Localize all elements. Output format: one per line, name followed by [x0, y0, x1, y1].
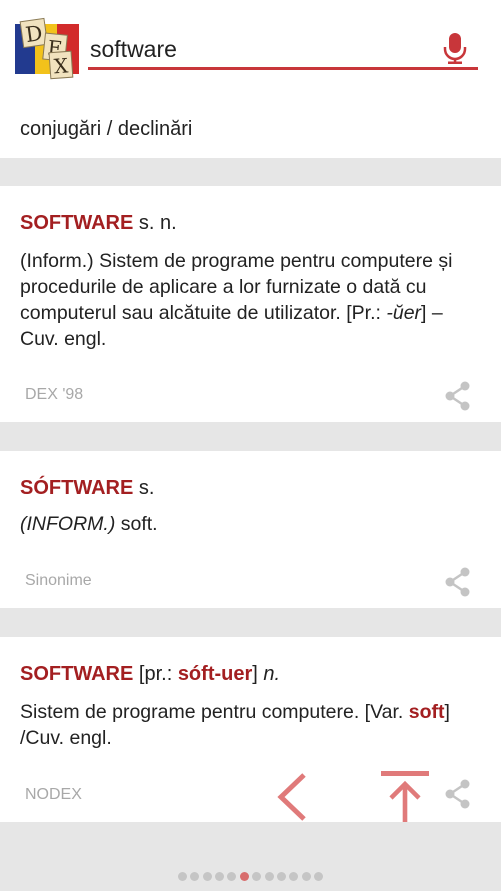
headword: SOFTWARE — [20, 212, 134, 234]
definition-text: Sistem de programe pentru computere. [Va… — [20, 699, 470, 751]
grammar-info: s. — [138, 477, 155, 499]
definition-text-part: soft. — [115, 513, 158, 535]
source-label[interactable]: Sinonime — [25, 572, 92, 590]
grammar-info: n. — [263, 663, 281, 685]
share-icon[interactable] — [444, 567, 472, 597]
definition-card: SOFTWARE s. n. (Inform.) Sistem de progr… — [0, 186, 501, 422]
share-icon[interactable] — [444, 381, 472, 411]
svg-text:D: D — [24, 21, 44, 47]
source-label[interactable]: NODEX — [25, 786, 82, 804]
definition-text: (INFORM.) soft. — [20, 511, 470, 537]
page-dot — [314, 871, 324, 881]
page-indicator — [0, 866, 501, 886]
scroll-to-top-icon[interactable] — [381, 770, 429, 822]
source-label[interactable]: DEX '98 — [25, 386, 83, 404]
conjugation-link[interactable]: conjugări / declinări — [20, 118, 192, 141]
page-dot — [301, 871, 311, 881]
search-input[interactable] — [90, 34, 430, 64]
svg-text:X: X — [53, 53, 70, 78]
definition-headword: SOFTWARE [pr.: sóft-uer] n. — [20, 663, 280, 686]
page-dot-active — [239, 871, 249, 881]
conjugation-row: conjugări / declinări — [0, 100, 501, 158]
domain-label: (INFORM.) — [20, 513, 116, 535]
page-dot — [276, 871, 286, 881]
pronunciation: sóft-uer — [177, 663, 253, 685]
page-dot — [289, 871, 299, 881]
page-dot — [264, 871, 274, 881]
definition-headword: SOFTWARE s. n. — [20, 212, 177, 235]
definition-text: (Inform.) Sistem de programe pentru comp… — [20, 248, 470, 352]
chevron-left-icon[interactable] — [276, 772, 308, 822]
page-dot — [252, 871, 262, 881]
page-dot — [227, 871, 237, 881]
definition-card: SÓFTWARE s. (INFORM.) soft. Sinonime — [0, 451, 501, 608]
pronunciation-close: ] — [252, 663, 258, 685]
dex-logo: D E X — [15, 17, 79, 80]
definition-headword: SÓFTWARE s. — [20, 477, 154, 500]
page-dot — [177, 871, 187, 881]
pronunciation-open: [pr.: — [138, 663, 178, 685]
page-dot — [202, 871, 212, 881]
page-dot — [190, 871, 200, 881]
share-icon[interactable] — [444, 779, 472, 809]
app-header: D E X — [0, 0, 501, 100]
pronunciation-text: -ŭer — [386, 302, 422, 324]
headword: SÓFTWARE — [20, 477, 134, 499]
headword: SOFTWARE — [20, 663, 134, 685]
page-dot — [215, 871, 225, 881]
microphone-icon[interactable] — [442, 31, 468, 65]
definition-text-part: Sistem de programe pentru computere. [Va… — [20, 701, 409, 723]
search-bar — [88, 28, 478, 70]
grammar-info: s. n. — [138, 212, 177, 234]
variant-word: soft — [408, 701, 445, 723]
